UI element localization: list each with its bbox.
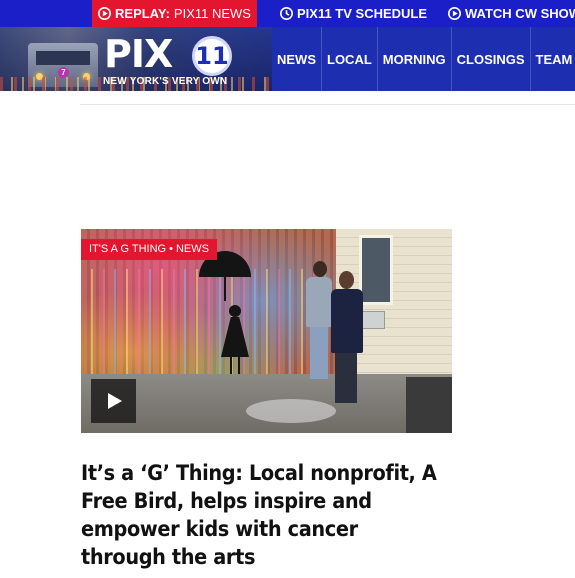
- logo-channel-badge: 11: [192, 36, 232, 76]
- story-video-thumbnail[interactable]: IT'S A G THING • NEWS: [81, 229, 452, 433]
- nav-item-team[interactable]: TEAM: [529, 27, 575, 91]
- play-circle-icon: [448, 7, 461, 20]
- play-button[interactable]: [91, 379, 136, 423]
- replay-label: REPLAY:: [115, 6, 170, 21]
- play-icon: [107, 393, 122, 409]
- top-utility-bar: REPLAY: PIX11 NEWS PIX11 TV SCHEDULE WAT…: [0, 0, 575, 27]
- nav-item-news[interactable]: NEWS: [272, 27, 321, 91]
- watch-cw-link[interactable]: WATCH CW SHOW: [440, 0, 575, 27]
- replay-link[interactable]: REPLAY: PIX11 NEWS: [92, 0, 257, 27]
- story-category-label[interactable]: IT'S A G THING • NEWS: [81, 239, 217, 260]
- category-name: IT'S A G THING: [89, 243, 167, 255]
- logo-tagline: NEW YORK'S VERY OWN: [103, 76, 228, 87]
- replay-icon: [98, 7, 112, 20]
- divider: [80, 104, 575, 105]
- site-header: 7 PIX 11 NEW YORK'S VERY OWN NEWS LOCAL …: [0, 27, 575, 91]
- replay-program: PIX11 NEWS: [173, 6, 251, 21]
- tv-schedule-label: PIX11 TV SCHEDULE: [297, 6, 428, 21]
- person-reporter: [331, 289, 363, 353]
- story-headline[interactable]: It’s a ‘G’ Thing: Local nonprofit, A Fre…: [81, 459, 440, 571]
- logo-wordmark: PIX: [104, 32, 173, 76]
- section-name: NEWS: [175, 243, 209, 255]
- main-nav: NEWS LOCAL MORNING CLOSINGS TEAM: [272, 27, 575, 91]
- clock-icon: [280, 7, 293, 20]
- watch-cw-label: WATCH CW SHOW: [465, 6, 575, 21]
- nav-item-closings[interactable]: CLOSINGS: [450, 27, 530, 91]
- pix11-logo[interactable]: PIX 11 NEW YORK'S VERY OWN: [100, 30, 240, 90]
- person-teen: [306, 277, 332, 327]
- nav-item-local[interactable]: LOCAL: [321, 27, 377, 91]
- tv-schedule-link[interactable]: PIX11 TV SCHEDULE: [272, 0, 435, 27]
- nav-item-morning[interactable]: MORNING: [376, 27, 451, 91]
- house-window: [359, 235, 393, 305]
- category-separator: •: [169, 243, 173, 255]
